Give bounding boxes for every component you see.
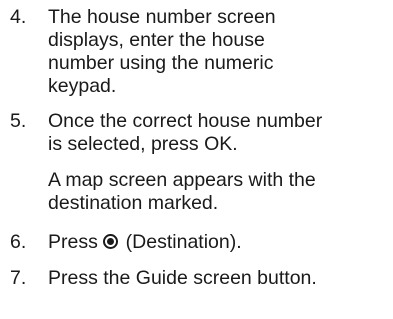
step-text: Once the correct house number is selecte… — [48, 110, 393, 156]
step-text: Press the Guide screen button. — [48, 267, 393, 290]
step-text-suffix: (Destination). — [120, 231, 242, 253]
step-text-line: The house number screen — [48, 6, 276, 28]
step-text-line: is selected, press OK. — [48, 133, 238, 155]
note-line: A map screen appears with the — [48, 169, 316, 191]
step-number: 7. — [10, 267, 27, 289]
step-text-line: displays, enter the house — [48, 29, 265, 51]
step-text: The house number screen displays, enter … — [48, 6, 393, 98]
step-text-line: keypad. — [48, 75, 117, 97]
note-line: destination marked. — [48, 192, 219, 214]
step-text-line: number using the numeric — [48, 52, 274, 74]
step-text-line: Press the Guide screen button. — [48, 267, 317, 289]
destination-icon — [103, 234, 119, 249]
instruction-page: 4. The house number screen displays, ent… — [0, 0, 393, 319]
step-number: 4. — [10, 6, 27, 28]
step-text: Press (Destination). — [48, 231, 393, 254]
step-text-prefix: Press — [48, 231, 104, 253]
step-text-line: Press (Destination). — [48, 231, 393, 254]
step-5-note: A map screen appears with the destinatio… — [48, 169, 388, 215]
step-number: 5. — [10, 110, 27, 132]
step-text-line: Once the correct house number — [48, 110, 323, 132]
step-number: 6. — [10, 231, 27, 253]
